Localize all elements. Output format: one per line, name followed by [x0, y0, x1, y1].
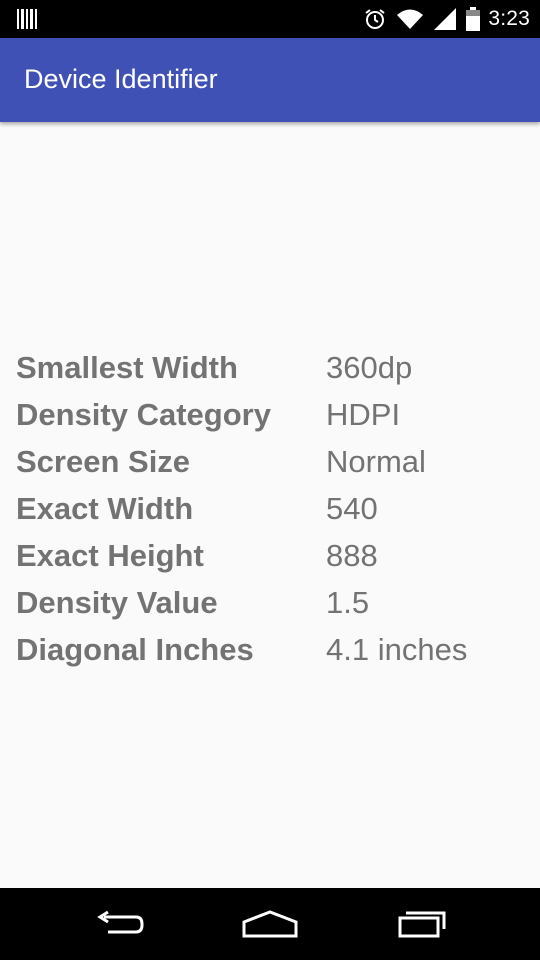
back-icon — [97, 910, 144, 934]
info-label: Exact Width — [16, 490, 194, 526]
info-row-exact-height: Exact Height 888 — [16, 532, 526, 579]
navigation-bar — [0, 888, 540, 960]
wifi-icon — [396, 8, 424, 30]
info-value: 360dp — [326, 349, 413, 385]
info-row-exact-width: Exact Width 540 — [16, 485, 526, 532]
status-bar: 3:23 — [0, 0, 540, 38]
info-label: Density Category — [16, 396, 271, 432]
info-label: Smallest Width — [16, 349, 238, 385]
info-value: 888 — [326, 537, 378, 573]
battery-icon — [466, 7, 481, 31]
info-label: Screen Size — [16, 443, 191, 479]
info-value: HDPI — [326, 396, 401, 432]
home-button[interactable] — [238, 906, 302, 942]
info-label: Diagonal Inches — [16, 631, 254, 667]
info-row-density-category: Density Category HDPI — [16, 391, 526, 438]
notification-barcode-icon — [17, 9, 37, 34]
device-info-table: Smallest Width 360dp Density Category HD… — [16, 344, 526, 673]
info-label: Density Value — [16, 584, 218, 620]
status-clock: 3:23 — [488, 7, 530, 30]
info-value: 1.5 — [326, 584, 370, 620]
info-row-screen-size: Screen Size Normal — [16, 438, 526, 485]
app-bar: Device Identifier — [0, 38, 540, 122]
app-title: Device Identifier — [24, 64, 218, 94]
info-value: 4.1 inches — [326, 631, 468, 667]
info-value: 540 — [326, 490, 378, 526]
back-button[interactable] — [88, 906, 152, 942]
info-row-density-value: Density Value 1.5 — [16, 579, 526, 626]
alarm-icon — [364, 8, 386, 30]
info-value: Normal — [326, 443, 426, 479]
recents-button[interactable] — [388, 906, 452, 942]
home-icon — [242, 910, 298, 938]
screen: 3:23 Device Identifier Smallest Width 36… — [0, 0, 540, 960]
main-content: Smallest Width 360dp Density Category HD… — [0, 122, 540, 888]
info-label: Exact Height — [16, 537, 204, 573]
info-row-diagonal-inches: Diagonal Inches 4.1 inches — [16, 626, 526, 673]
info-row-smallest-width: Smallest Width 360dp — [16, 344, 526, 391]
recents-icon — [398, 911, 446, 938]
cell-signal-icon — [434, 8, 458, 30]
